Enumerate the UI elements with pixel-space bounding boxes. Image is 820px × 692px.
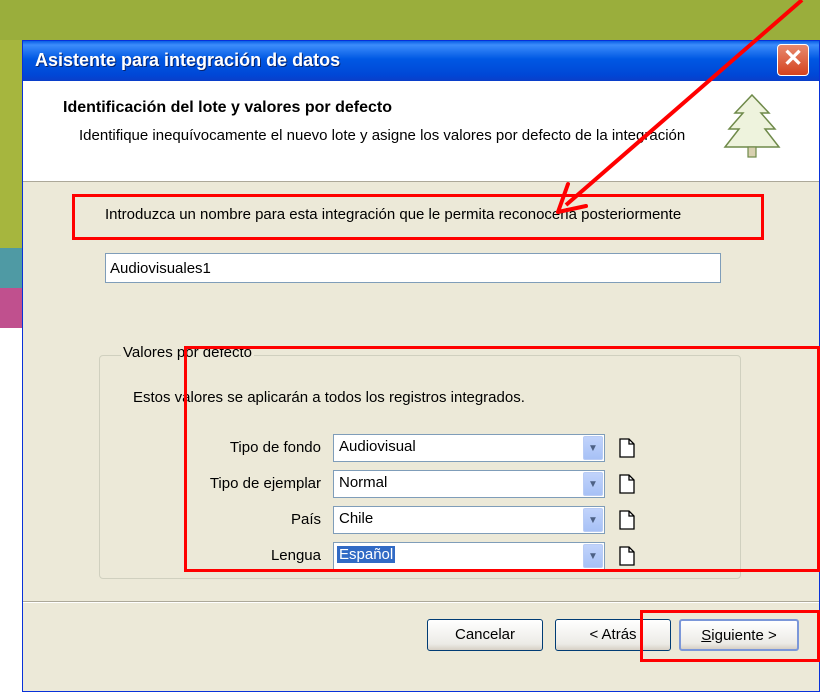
background-band-green: [0, 40, 22, 250]
annotation-highlight-next: [640, 610, 820, 662]
background-band-teal: [0, 248, 22, 288]
cancel-button[interactable]: Cancelar: [427, 619, 543, 651]
background-band-pink: [0, 288, 22, 328]
batch-name-input[interactable]: [105, 253, 721, 283]
annotation-arrow: [556, 0, 804, 214]
footer-separator: [23, 601, 819, 603]
step-title: Identificación del lote y valores por de…: [63, 99, 392, 116]
annotation-highlight-defaults: [184, 346, 820, 572]
dialog-title: Asistente para integración de datos: [35, 50, 341, 70]
